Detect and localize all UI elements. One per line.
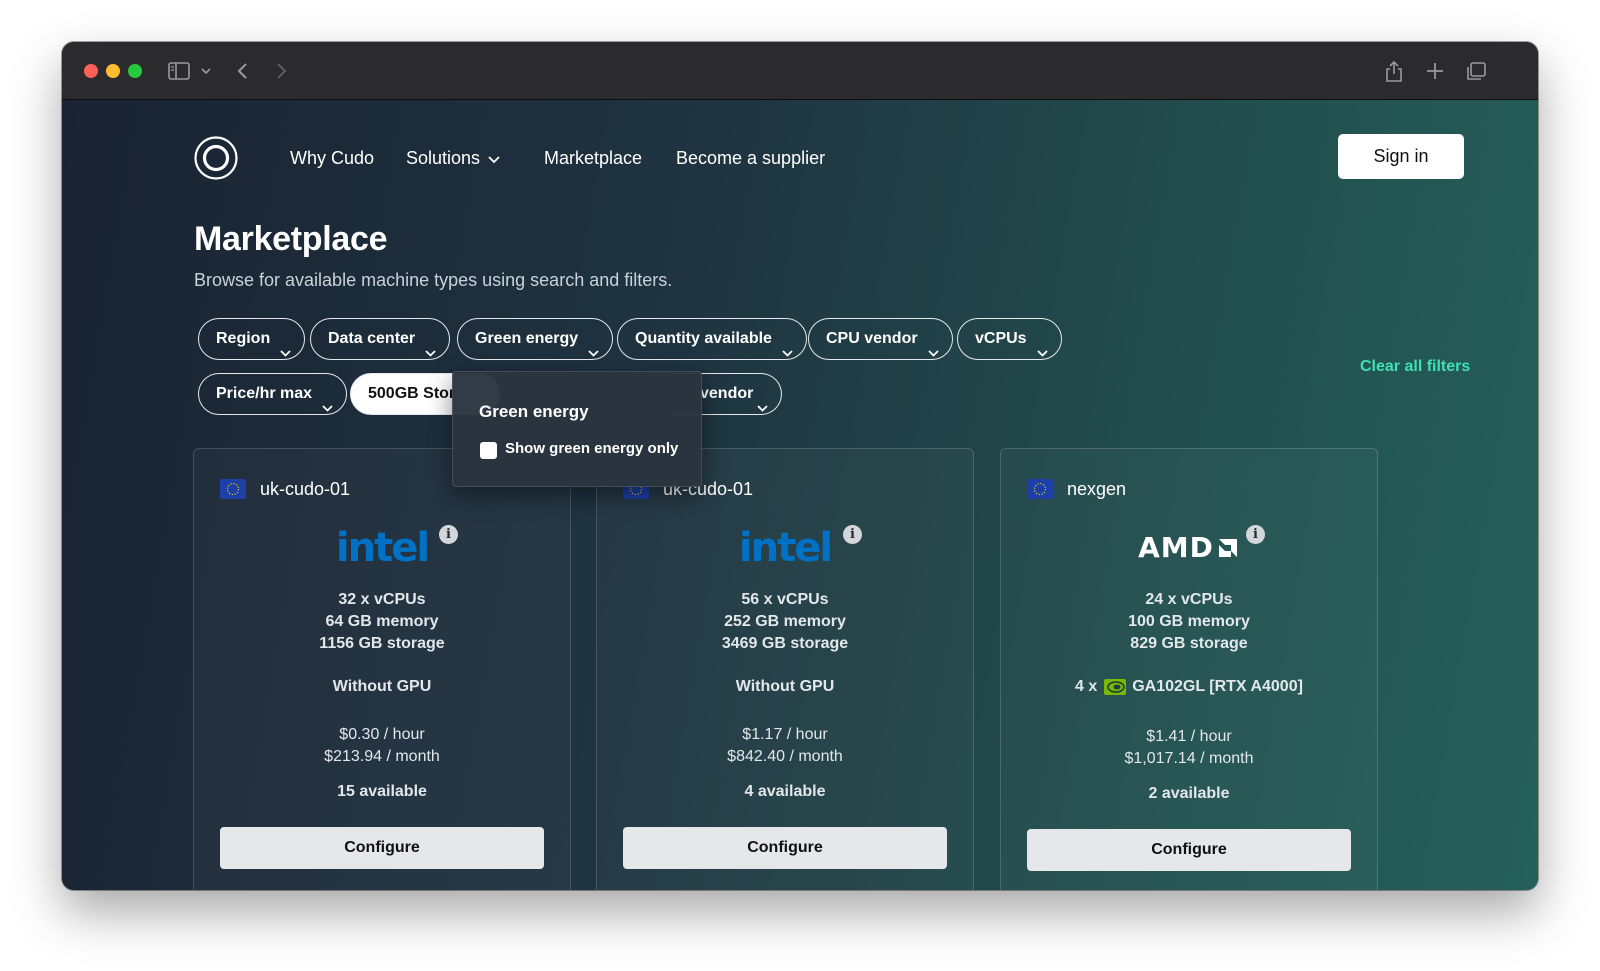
amd-logo-icon: AMD <box>1001 525 1377 571</box>
price-month: $1,017.14 / month <box>1124 750 1254 767</box>
chevron-down-icon[interactable] <box>200 59 212 83</box>
browser-toolbar <box>62 42 1538 100</box>
filter-vcpus[interactable]: vCPUs <box>957 318 1062 360</box>
sign-in-button[interactable]: Sign in <box>1338 134 1464 179</box>
filter-label: CPU vendor <box>826 330 918 347</box>
gpu-model: GA102GL [RTX A4000] <box>1132 678 1303 695</box>
filter-label: Data center <box>328 330 416 347</box>
nav-why-cudo[interactable]: Why Cudo <box>290 147 374 169</box>
machine-card: uk-cudo-01 intel i 32 x vCPUs 64 GB memo… <box>193 448 571 890</box>
chevron-down-icon <box>588 334 599 373</box>
browser-window: Why Cudo Solutions Marketplace Become a … <box>62 42 1538 890</box>
dropdown-title: Green energy <box>479 402 589 421</box>
zoom-window-button[interactable] <box>128 64 142 78</box>
page-content: Why Cudo Solutions Marketplace Become a … <box>62 100 1538 890</box>
nav-become-supplier[interactable]: Become a supplier <box>676 147 825 169</box>
filter-price-hr-max[interactable]: Price/hr max <box>198 373 348 415</box>
filter-region[interactable]: Region <box>198 318 306 360</box>
info-icon[interactable]: i <box>439 525 458 544</box>
configure-button[interactable]: Configure <box>220 827 544 869</box>
info-icon[interactable]: i <box>843 525 862 544</box>
intel-logo-icon: intel <box>335 525 430 571</box>
green-energy-dropdown: Green energy Show green energy only <box>452 371 702 487</box>
nvidia-icon <box>1103 679 1126 702</box>
filter-label: Price/hr max <box>216 385 313 402</box>
top-navigation: Why Cudo Solutions Marketplace Become a … <box>62 100 1538 220</box>
spec-gpu: Without GPU <box>332 678 432 695</box>
availability: 15 available <box>337 783 427 800</box>
clear-all-filters-link[interactable]: Clear all filters <box>1360 358 1470 376</box>
machine-card: uk-cudo-01 intel i 56 x vCPUs 252 GB mem… <box>596 448 974 890</box>
spec-memory: 64 GB memory <box>325 613 439 630</box>
filter-green-energy[interactable]: Green energy <box>457 318 614 360</box>
chevron-down-icon <box>280 334 291 373</box>
filter-label: Region <box>216 330 271 347</box>
card-provider-name: nexgen <box>1067 479 1127 499</box>
info-icon[interactable]: i <box>1246 525 1265 544</box>
nav-solutions-label: Solutions <box>406 148 481 168</box>
forward-icon[interactable] <box>274 59 288 83</box>
eu-flag-icon <box>1027 479 1053 499</box>
chevron-down-icon <box>757 389 768 428</box>
cudo-logo-icon[interactable] <box>194 136 238 180</box>
availability: 4 available <box>744 783 826 800</box>
chevron-down-icon <box>1036 334 1048 373</box>
spec-vcpus: 24 x vCPUs <box>1145 591 1233 608</box>
chevron-down-icon <box>782 334 793 373</box>
spec-gpu: 4 x GA102GL [RTX A4000] <box>1001 676 1377 702</box>
tab-overview-icon[interactable] <box>1465 59 1487 83</box>
configure-button[interactable]: Configure <box>1027 829 1351 871</box>
chevron-down-icon <box>488 148 500 170</box>
close-window-button[interactable] <box>84 64 98 78</box>
filter-label: 500GB Stor <box>368 385 456 402</box>
spec-storage: 829 GB storage <box>1130 635 1248 652</box>
green-energy-checkbox[interactable] <box>480 442 497 459</box>
nav-marketplace[interactable]: Marketplace <box>544 147 642 169</box>
price-hour: $1.41 / hour <box>1146 728 1232 745</box>
spec-vcpus: 56 x vCPUs <box>741 591 829 608</box>
minimize-window-button[interactable] <box>106 64 120 78</box>
eu-flag-icon <box>220 479 246 499</box>
gpu-count: 4 x <box>1075 678 1098 695</box>
price-month: $213.94 / month <box>324 748 440 765</box>
card-provider-name: uk-cudo-01 <box>260 479 351 499</box>
filter-label: Quantity available <box>635 330 772 347</box>
filter-cpu-vendor[interactable]: CPU vendor <box>808 318 953 360</box>
filter-label: vCPUs <box>975 330 1027 347</box>
nav-solutions[interactable]: Solutions <box>406 147 500 170</box>
intel-logo-icon: intel <box>738 525 833 571</box>
sidebar-toggle-icon[interactable] <box>168 59 190 83</box>
filter-label: Green energy <box>475 330 579 347</box>
price-hour: $1.17 / hour <box>742 726 828 743</box>
page-title: Marketplace <box>194 220 388 258</box>
spec-memory: 100 GB memory <box>1128 613 1250 630</box>
spec-storage: 3469 GB storage <box>721 635 849 652</box>
price-month: $842.40 / month <box>727 748 843 765</box>
share-icon[interactable] <box>1384 59 1404 83</box>
machine-card: nexgen AMD i 24 x vCPUs 100 GB memory 82… <box>1000 448 1378 890</box>
filter-data-center[interactable]: Data center <box>310 318 451 360</box>
chevron-down-icon <box>425 334 436 373</box>
page-subtitle: Browse for available machine types using… <box>194 270 673 290</box>
new-tab-icon[interactable] <box>1426 59 1444 83</box>
filter-label: vendor <box>700 385 754 402</box>
spec-storage: 1156 GB storage <box>319 635 445 652</box>
availability: 2 available <box>1148 785 1230 802</box>
spec-vcpus: 32 x vCPUs <box>338 591 426 608</box>
configure-button[interactable]: Configure <box>623 827 947 869</box>
back-icon[interactable] <box>236 59 250 83</box>
filter-quantity-available[interactable]: Quantity available <box>617 318 807 360</box>
chevron-down-icon <box>322 389 333 428</box>
chevron-down-icon <box>927 334 939 373</box>
price-hour: $0.30 / hour <box>339 726 425 743</box>
green-energy-checkbox-label[interactable]: Show green energy only <box>505 440 678 457</box>
spec-gpu: Without GPU <box>735 678 835 695</box>
spec-memory: 252 GB memory <box>724 613 846 630</box>
